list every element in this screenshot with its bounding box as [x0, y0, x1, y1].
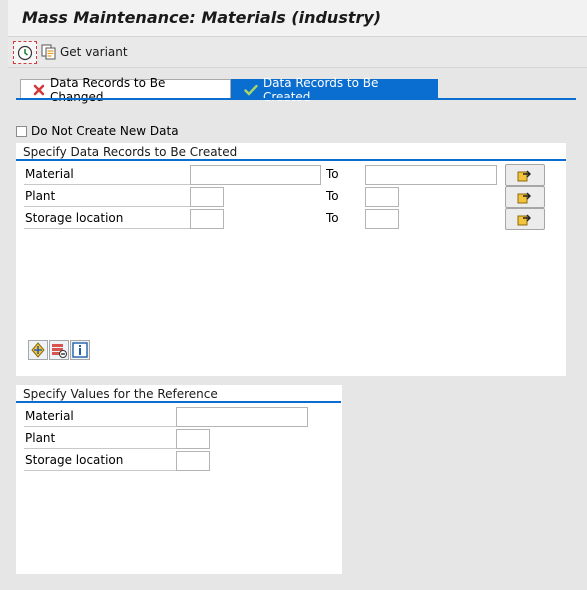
reference-values-panel: Specify Values for the Reference Materia… — [16, 385, 342, 574]
panel-title: Specify Data Records to Be Created — [23, 145, 238, 159]
tab-data-records-to-be-changed[interactable]: Data Records to Be Changed — [20, 76, 231, 104]
get-variant-button[interactable]: Get variant — [41, 43, 128, 61]
add-fields-icon — [31, 342, 45, 358]
panel-title: Specify Values for the Reference — [23, 387, 218, 401]
application-toolbar: Get variant — [8, 36, 587, 68]
field-label: Storage location — [24, 208, 190, 229]
panel-divider — [16, 401, 341, 403]
material-to-input[interactable] — [365, 165, 497, 185]
reference-plant-row: Plant — [24, 428, 324, 449]
to-label: To — [326, 189, 339, 203]
storage-location-range-row: Storage location To — [24, 208, 556, 230]
multiple-selection-icon — [517, 192, 531, 204]
multiple-selection-icon — [517, 170, 531, 182]
tabstrip: Data Records to Be Changed Data Records … — [20, 76, 438, 104]
material-multiple-selection-button[interactable] — [505, 164, 545, 186]
field-action-buttons — [28, 340, 90, 360]
execute-button[interactable] — [13, 41, 37, 64]
field-label: Material — [24, 406, 176, 427]
create-records-panel: Specify Data Records to Be Created Mater… — [16, 143, 566, 376]
do-not-create-checkbox[interactable] — [16, 125, 27, 137]
plant-to-input[interactable] — [365, 187, 399, 207]
clock-execute-icon — [17, 45, 33, 60]
tab-underline — [16, 98, 576, 100]
to-label: To — [326, 211, 339, 225]
multiple-selection-icon — [517, 214, 531, 226]
information-button[interactable] — [70, 340, 90, 360]
material-range-row: Material To — [24, 164, 556, 186]
field-label: Material — [24, 164, 190, 185]
add-fields-button[interactable] — [28, 340, 48, 360]
reference-storage-location-row: Storage location — [24, 450, 324, 471]
remove-fields-icon — [52, 344, 67, 358]
get-variant-label: Get variant — [60, 45, 128, 59]
storage-location-multiple-selection-button[interactable] — [505, 208, 545, 230]
tab-data-records-to-be-created[interactable]: Data Records to Be Created — [231, 76, 438, 104]
to-label: To — [326, 167, 339, 181]
reference-plant-input[interactable] — [176, 429, 210, 449]
panel-divider — [16, 159, 566, 161]
storage-location-from-input[interactable] — [190, 209, 224, 229]
green-check-icon — [244, 84, 258, 96]
plant-from-input[interactable] — [190, 187, 224, 207]
do-not-create-option: Do Not Create New Data — [16, 124, 179, 138]
reference-material-input[interactable] — [176, 407, 308, 427]
title-bar: Mass Maintenance: Materials (industry) — [8, 0, 587, 36]
remove-fields-button[interactable] — [49, 340, 69, 360]
storage-location-to-input[interactable] — [365, 209, 399, 229]
page-title: Mass Maintenance: Materials (industry) — [22, 8, 382, 27]
field-label: Plant — [24, 428, 176, 449]
field-label: Plant — [24, 186, 190, 207]
plant-multiple-selection-button[interactable] — [505, 186, 545, 208]
field-label: Storage location — [24, 450, 176, 471]
info-icon — [72, 342, 88, 358]
material-from-input[interactable] — [190, 165, 321, 185]
reference-material-row: Material — [24, 406, 324, 427]
variant-icon — [41, 44, 56, 60]
plant-range-row: Plant To — [24, 186, 556, 208]
red-x-icon — [33, 84, 45, 95]
do-not-create-label: Do Not Create New Data — [31, 124, 179, 138]
reference-storage-location-input[interactable] — [176, 451, 210, 471]
